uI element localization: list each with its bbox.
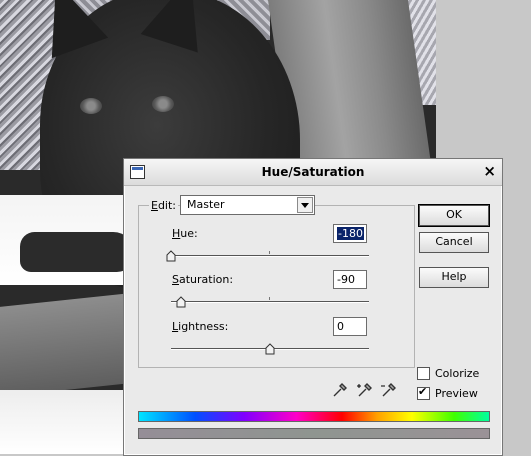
cancel-button[interactable]: Cancel xyxy=(419,232,489,253)
close-icon[interactable]: × xyxy=(483,162,496,180)
dialog-title: Hue/Saturation xyxy=(261,165,365,179)
chevron-down-icon[interactable] xyxy=(297,197,313,213)
colorize-checkbox[interactable] xyxy=(417,367,430,380)
saturation-slider-thumb[interactable] xyxy=(176,296,186,308)
saturation-label: Saturation: xyxy=(172,273,234,286)
hue-label: Hue: xyxy=(172,227,198,240)
hue-input[interactable]: -180 xyxy=(333,224,367,243)
lightness-input[interactable]: 0 xyxy=(333,317,367,336)
hue-slider-tick xyxy=(269,251,270,254)
dialog-titlebar[interactable]: Hue/Saturation × xyxy=(124,159,502,186)
lightness-label: Lightness: xyxy=(172,320,229,333)
adjusted-spectrum-bar xyxy=(138,428,490,439)
preview-label: Preview xyxy=(435,387,478,400)
saturation-input[interactable]: -90 xyxy=(333,270,367,289)
hue-saturation-dialog: Hue/Saturation × Edit: Master Hue: -180 … xyxy=(123,158,503,456)
eyedropper-plus-icon[interactable] xyxy=(357,382,373,398)
eyedropper-minus-icon[interactable] xyxy=(381,382,397,398)
edit-label: Edit: xyxy=(149,199,179,212)
hue-slider-thumb[interactable] xyxy=(166,250,176,262)
edit-select[interactable]: Master xyxy=(180,195,315,215)
colorize-label: Colorize xyxy=(435,367,480,380)
color-spectrum-bar xyxy=(138,411,490,422)
saturation-slider-tick xyxy=(269,297,270,300)
photo-cat-eye-left xyxy=(80,98,102,114)
photo-cat-paw xyxy=(20,232,135,272)
edit-select-value: Master xyxy=(187,198,225,211)
ok-button[interactable]: OK xyxy=(419,205,489,226)
hue-slider-track[interactable] xyxy=(171,255,369,257)
photo-board xyxy=(0,293,130,397)
preview-checkbox[interactable] xyxy=(417,385,430,400)
lightness-slider-thumb[interactable] xyxy=(265,343,275,355)
saturation-slider-track[interactable] xyxy=(171,301,369,303)
help-button[interactable]: Help xyxy=(419,267,489,288)
eyedropper-icon[interactable] xyxy=(332,382,348,398)
photo-cat-eye-right xyxy=(152,96,174,112)
